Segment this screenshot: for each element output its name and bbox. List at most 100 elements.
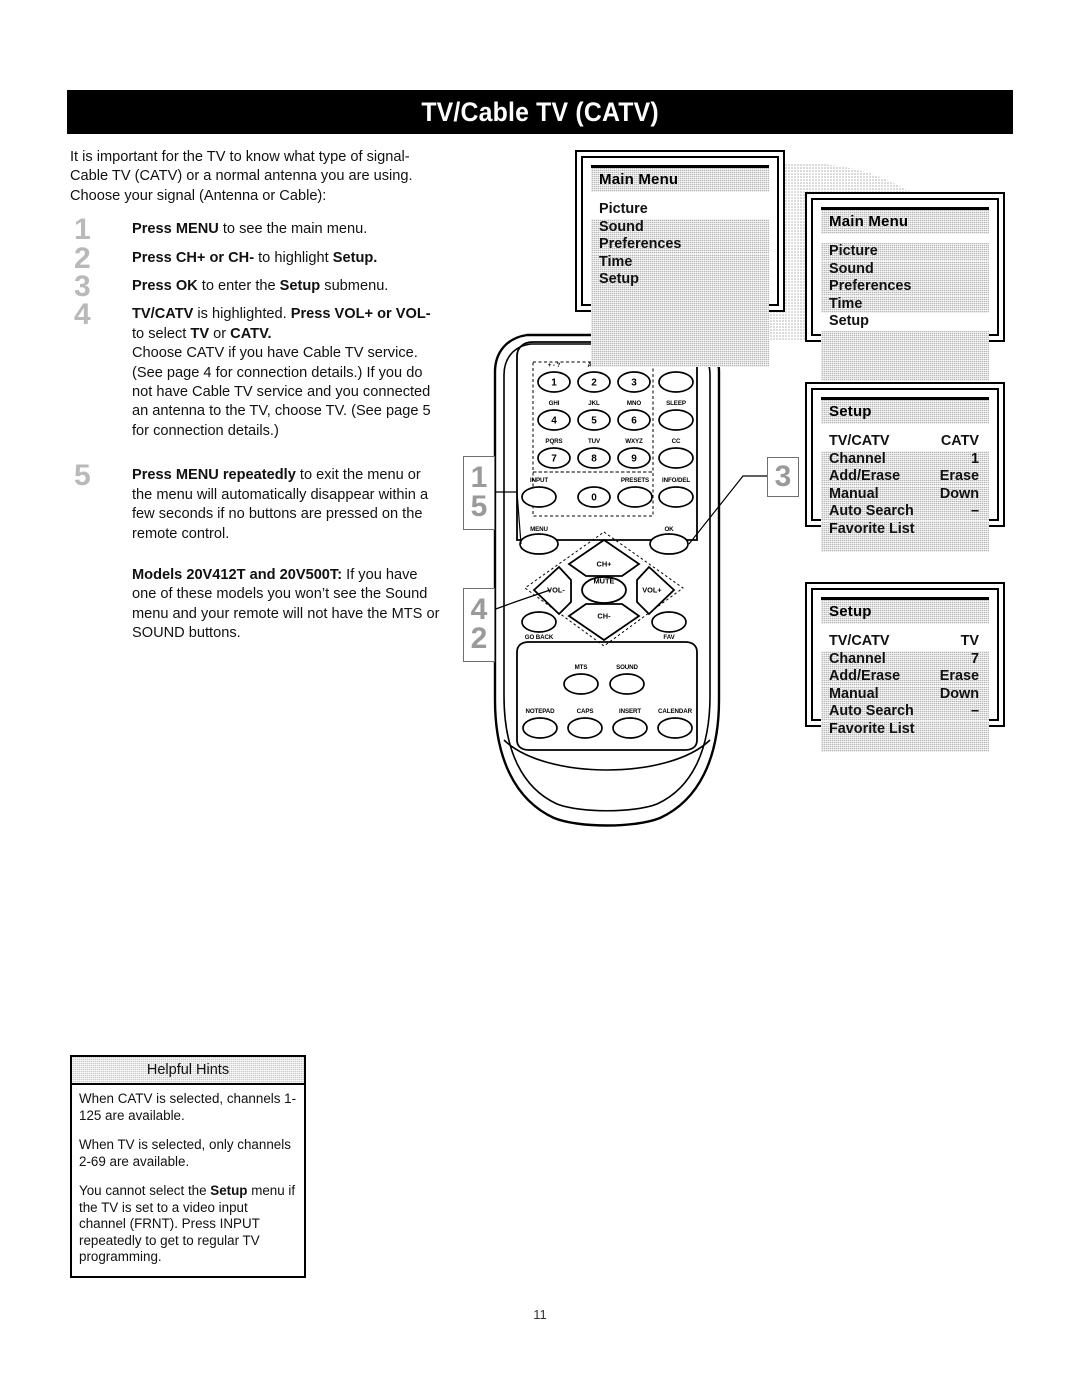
screen-rows: TV/CATV CATV Channel 1 Add/Erase Erase Manual D… [821, 433, 989, 538]
key-6-letters: MNO [626, 400, 642, 407]
menu-row-value: 7 [970, 650, 979, 667]
key-cc-label: CC [671, 438, 681, 445]
screen-filler [821, 538, 989, 552]
step-2-bold2: Setup. [332, 249, 378, 266]
key-infodel-label: INFO/DEL [661, 477, 691, 484]
step-1-rest: to see the main menu. [218, 221, 368, 238]
menu-row[interactable]: Setup [821, 313, 989, 331]
screen-rows: Picture Sound Preferences Time Setup [821, 243, 989, 331]
key-ok-label: OK [664, 526, 674, 533]
helpful-hints-body: When CATV is selected, channels 1-125 ar… [72, 1085, 304, 1276]
menu-row-label: Setup [599, 271, 639, 287]
step-4-number: 4 [74, 298, 91, 332]
tv-screen-setup-catv: Setup TV/CATV CATV Channel 1 Add/Erase Erase M… [805, 382, 1005, 552]
step-2-rest: to highlight [254, 249, 333, 266]
models-note-bold: Models 20V412T and 20V500T: [132, 566, 343, 583]
hint-3-a: You cannot select the [79, 1183, 211, 1198]
menu-row[interactable]: TV/CATV TV [821, 633, 989, 651]
menu-row[interactable]: Channel 1 [821, 451, 989, 469]
callout-badge-1-5: 1 5 [463, 456, 495, 530]
menu-row-label: Channel [829, 450, 886, 467]
models-note: Models 20V412T and 20V500T: If you have … [70, 566, 445, 644]
step-3-bold2: Setup [279, 278, 321, 295]
key-menu-label: MENU [530, 526, 548, 533]
key-9-letters: WXYZ [625, 438, 643, 445]
menu-row[interactable]: Auto Search – [821, 703, 989, 721]
menu-row-value [759, 202, 763, 218]
menu-row[interactable]: Preferences [821, 278, 989, 296]
menu-row-value [979, 279, 983, 295]
menu-row[interactable]: Picture [591, 201, 769, 219]
menu-row-label: Add/Erase [829, 468, 901, 484]
menu-row[interactable]: Favorite List [821, 521, 989, 539]
menu-row-label: Time [829, 295, 863, 312]
screen-filler [821, 330, 989, 381]
menu-row-value: Erase [939, 668, 979, 684]
step-5-bold: Press MENU repeatedly [132, 467, 296, 484]
menu-row-value: 1 [970, 450, 979, 467]
tv-screen-main-menu-picture: Main Menu Picture Sound Preferences Time Set… [575, 150, 785, 367]
screen-title: Setup [821, 597, 989, 624]
menu-row[interactable]: Time [821, 296, 989, 314]
step-1-number: 1 [74, 213, 91, 247]
tv-screen-setup-tv: Setup TV/CATV TV Channel 7 Add/Erase Erase Man… [805, 582, 1005, 752]
step-3-text: Press OK to enter the Setup submenu. [132, 277, 445, 296]
menu-row-value: CATV [940, 433, 979, 449]
dpad-left-label: VOL- [547, 585, 565, 595]
key-input-label: INPUT [529, 477, 549, 484]
step-1-bold: Press MENU [132, 221, 219, 238]
menu-row[interactable]: Favorite List [821, 721, 989, 739]
hint-paragraph-2: When TV is selected, only channels 2-69 … [79, 1137, 291, 1169]
menu-row-label: Sound [829, 260, 874, 277]
key-6-digit: 6 [631, 415, 637, 427]
step-4-lead-f: or [209, 325, 231, 342]
step-4-lead-c: Press VOL+ or VOL- [290, 306, 431, 323]
menu-row-value: – [970, 503, 979, 519]
menu-row[interactable]: Preferences [591, 236, 769, 254]
menu-row[interactable]: Time [591, 254, 769, 272]
key-3-digit: 3 [631, 377, 637, 389]
callout-badge-4-2: 4 2 [463, 588, 495, 662]
key-4-letters: GHI [548, 400, 560, 407]
menu-row[interactable]: Manual Down [821, 686, 989, 704]
menu-row[interactable]: Sound [821, 261, 989, 279]
key-presets-label: PRESETS [620, 477, 650, 484]
menu-row[interactable]: Add/Erase Erase [821, 468, 989, 486]
helpful-hints-title: Helpful Hints [72, 1057, 304, 1085]
menu-row[interactable]: Sound [591, 219, 769, 237]
steps-list: 1 Press MENU to see the main menu. 2 Pre… [70, 215, 445, 644]
intro-paragraph: It is important for the TV to know what … [70, 149, 413, 204]
key-fav-label: FAV [663, 634, 675, 641]
menu-row[interactable]: Add/Erase Erase [821, 668, 989, 686]
dpad-down-label: CH- [597, 611, 611, 621]
menu-row[interactable]: Picture [821, 243, 989, 261]
key-goback-label: GO BACK [524, 634, 554, 641]
menu-row-label: Picture [829, 243, 878, 259]
menu-row-value [759, 272, 763, 288]
step-5-number: 5 [74, 459, 91, 493]
menu-row[interactable]: Manual Down [821, 486, 989, 504]
menu-row[interactable]: Auto Search – [821, 503, 989, 521]
key-0-digit: 0 [591, 492, 597, 504]
step-2: 2 Press CH+ or CH- to highlight Setup. [70, 243, 445, 273]
screen-filler [591, 288, 769, 367]
menu-row[interactable]: Setup [591, 271, 769, 289]
key-7-letters: PQRS [545, 438, 563, 445]
tv-screen-main-menu-setup: Main Menu Picture Sound Preferences Time Set… [805, 192, 1005, 381]
menu-row-label: Time [599, 253, 633, 270]
menu-row-value [759, 255, 763, 271]
step-4-lead-e: TV [190, 325, 210, 342]
manual-page: TV/Cable TV (CATV) It is important for t… [0, 0, 1080, 1397]
key-5-digit: 5 [591, 415, 597, 427]
key-1-letters: + - ? [547, 362, 561, 369]
step-1: 1 Press MENU to see the main menu. [70, 215, 445, 245]
menu-row[interactable]: TV/CATV CATV [821, 433, 989, 451]
page-title-banner: TV/Cable TV (CATV) [67, 90, 1013, 134]
figure-remote-and-menus: + - ? ABC DEF ON-OFF GHI JKL MNO SLEEP P… [455, 140, 1030, 830]
step-4: 4 TV/CATV is highlighted. Press VOL+ or … [70, 300, 445, 441]
menu-row[interactable]: Channel 7 [821, 651, 989, 669]
callout-5: 5 [470, 490, 488, 523]
callout-3-num: 3 [774, 459, 792, 493]
instructions-column: It is important for the TV to know what … [70, 148, 445, 644]
menu-row-label: Auto Search [829, 503, 914, 519]
